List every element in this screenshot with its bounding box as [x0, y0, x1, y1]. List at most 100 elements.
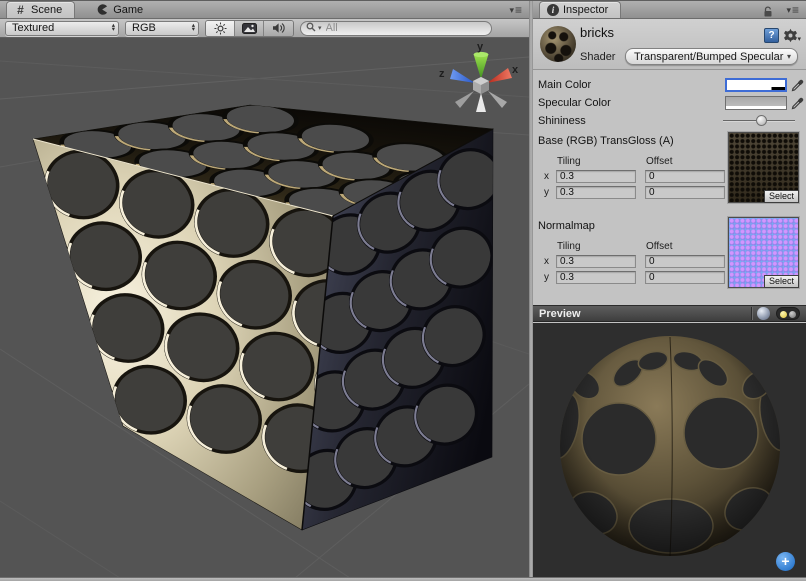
texture-slot-base: Base (RGB) TransGloss (A) Tiling Offset … [533, 134, 806, 208]
eyedropper-icon[interactable] [790, 78, 804, 93]
unity-game-icon [96, 3, 109, 16]
normal-tiling-x-input[interactable] [556, 255, 636, 268]
specular-color-label: Specular Color [538, 97, 725, 109]
tiling-header: Tiling [557, 241, 646, 252]
base-offset-y-input[interactable] [645, 186, 725, 199]
gizmo-z-cone[interactable] [450, 69, 475, 83]
shader-value: Transparent/Bumped Specular [634, 51, 783, 63]
normalmap-thumbnail[interactable]: Select [728, 217, 799, 288]
gizmo-y-label: y [477, 41, 484, 53]
shininess-label: Shininess [538, 115, 723, 127]
scene-panel-menu-icon[interactable]: ▾≡ [509, 6, 522, 15]
shininess-row: Shininess [533, 112, 806, 130]
y-axis-label: y [544, 187, 556, 198]
sun-icon [214, 22, 227, 35]
inspector-panel-menu-icon[interactable]: ▾≡ [786, 6, 799, 15]
light-off-icon [789, 311, 796, 318]
y-axis-label: y [544, 272, 556, 283]
search-icon [306, 19, 316, 37]
base-offset-x-input[interactable] [645, 170, 725, 183]
scene-3d-render: y x z [0, 39, 529, 577]
normal-offset-y-input[interactable] [645, 271, 725, 284]
gizmo-x-cone[interactable] [487, 68, 512, 83]
texture-slot-normalmap: Normalmap Tiling Offset x y [533, 219, 806, 293]
material-name: bricks [580, 25, 614, 40]
shininess-thumb[interactable] [756, 115, 767, 126]
scene-axis-gizmo[interactable]: y x z [439, 41, 519, 112]
speaker-icon [272, 22, 286, 34]
scene-toolbar: Textured ▴▾ RGB ▴▾ [0, 19, 529, 38]
main-color-row: Main Color [533, 76, 806, 94]
base-tiling-y-input[interactable] [556, 186, 636, 199]
main-color-label: Main Color [538, 79, 725, 91]
offset-header: Offset [646, 241, 673, 252]
preview-lighting-toggle[interactable] [776, 307, 800, 320]
light-on-icon [780, 311, 787, 318]
scene-viewport[interactable]: y x z [0, 39, 529, 577]
material-header: bricks Shader Transparent/Bumped Specula… [533, 19, 806, 70]
preview-render-area[interactable]: + [533, 323, 806, 577]
context-menu-gear[interactable]: ▾ [783, 28, 801, 43]
scene-panel: # Scene Game ▾≡ Textured ▴▾ RGB ▴▾ [0, 1, 529, 577]
material-preview-sphere [533, 323, 806, 577]
shader-dropdown[interactable]: Transparent/Bumped Specular ▾ [625, 48, 798, 65]
skybox-toggle-button[interactable] [235, 21, 264, 36]
render-mode-dropdown[interactable]: Textured ▴▾ [5, 21, 119, 36]
grid-icon: # [14, 4, 27, 17]
offset-header: Offset [646, 156, 673, 167]
tab-scene-label: Scene [31, 4, 62, 16]
gear-icon [783, 28, 798, 43]
base-tiling-x-input[interactable] [556, 170, 636, 183]
scene-tabbar: # Scene Game ▾≡ [0, 1, 529, 19]
specular-color-row: Specular Color [533, 94, 806, 112]
shininess-slider[interactable] [723, 114, 795, 128]
material-properties: Main Color Specular Color [533, 70, 806, 130]
tab-inspector[interactable]: i Inspector [539, 1, 621, 18]
color-mode-dropdown[interactable]: RGB ▴▾ [125, 21, 199, 36]
tab-game-label: Game [113, 4, 143, 16]
scene-search-field[interactable]: ▾ [300, 21, 492, 36]
x-axis-label: x [544, 171, 556, 182]
normalmap-select-button[interactable]: Select [764, 275, 799, 288]
divider [751, 307, 752, 320]
tab-inspector-label: Inspector [563, 4, 608, 16]
base-select-button[interactable]: Select [764, 190, 799, 203]
tab-scene[interactable]: # Scene [6, 1, 75, 18]
window-bottom-edge [0, 577, 806, 581]
color-mode-value: RGB [132, 22, 156, 34]
image-icon [242, 23, 257, 34]
add-button[interactable]: + [776, 552, 795, 571]
eyedropper-icon[interactable] [790, 96, 804, 111]
info-icon: i [547, 4, 559, 16]
gizmo-y-cone[interactable] [474, 54, 489, 79]
normal-offset-x-input[interactable] [645, 255, 725, 268]
preview-panel: Preview [533, 305, 806, 577]
normalmap-table: Tiling Offset x y [544, 240, 734, 285]
render-mode-value: Textured [12, 22, 54, 34]
dropdown-arrows-icon: ▴▾ [112, 24, 115, 33]
gizmo-x-label: x [512, 64, 519, 76]
scene-toggle-group [205, 20, 294, 37]
search-input[interactable] [324, 21, 485, 35]
search-filter-caret-icon: ▾ [318, 24, 322, 32]
x-axis-label: x [544, 256, 556, 267]
gizmo-z-label: z [439, 68, 445, 80]
base-map-table: Tiling Offset x y [544, 155, 734, 200]
preview-title: Preview [539, 308, 581, 320]
tab-game[interactable]: Game [89, 1, 155, 18]
specular-color-swatch[interactable] [725, 96, 787, 110]
preview-header[interactable]: Preview [533, 305, 806, 322]
material-preview-ball-icon [540, 26, 576, 62]
chevron-down-icon: ▾ [797, 35, 801, 43]
lighting-toggle-button[interactable] [206, 21, 235, 36]
help-icon[interactable]: ? [764, 28, 779, 43]
inspector-panel: i Inspector ▾≡ bricks Shader Transparent… [533, 1, 806, 577]
base-texture-thumbnail[interactable]: Select [728, 132, 799, 203]
main-color-swatch[interactable] [725, 78, 787, 92]
preview-mesh-button[interactable] [757, 307, 770, 320]
audio-toggle-button[interactable] [264, 21, 293, 36]
normal-tiling-y-input[interactable] [556, 271, 636, 284]
shader-label: Shader [580, 51, 615, 63]
dropdown-arrows-icon: ▴▾ [192, 24, 195, 33]
inspector-tabbar: i Inspector ▾≡ [533, 1, 806, 19]
